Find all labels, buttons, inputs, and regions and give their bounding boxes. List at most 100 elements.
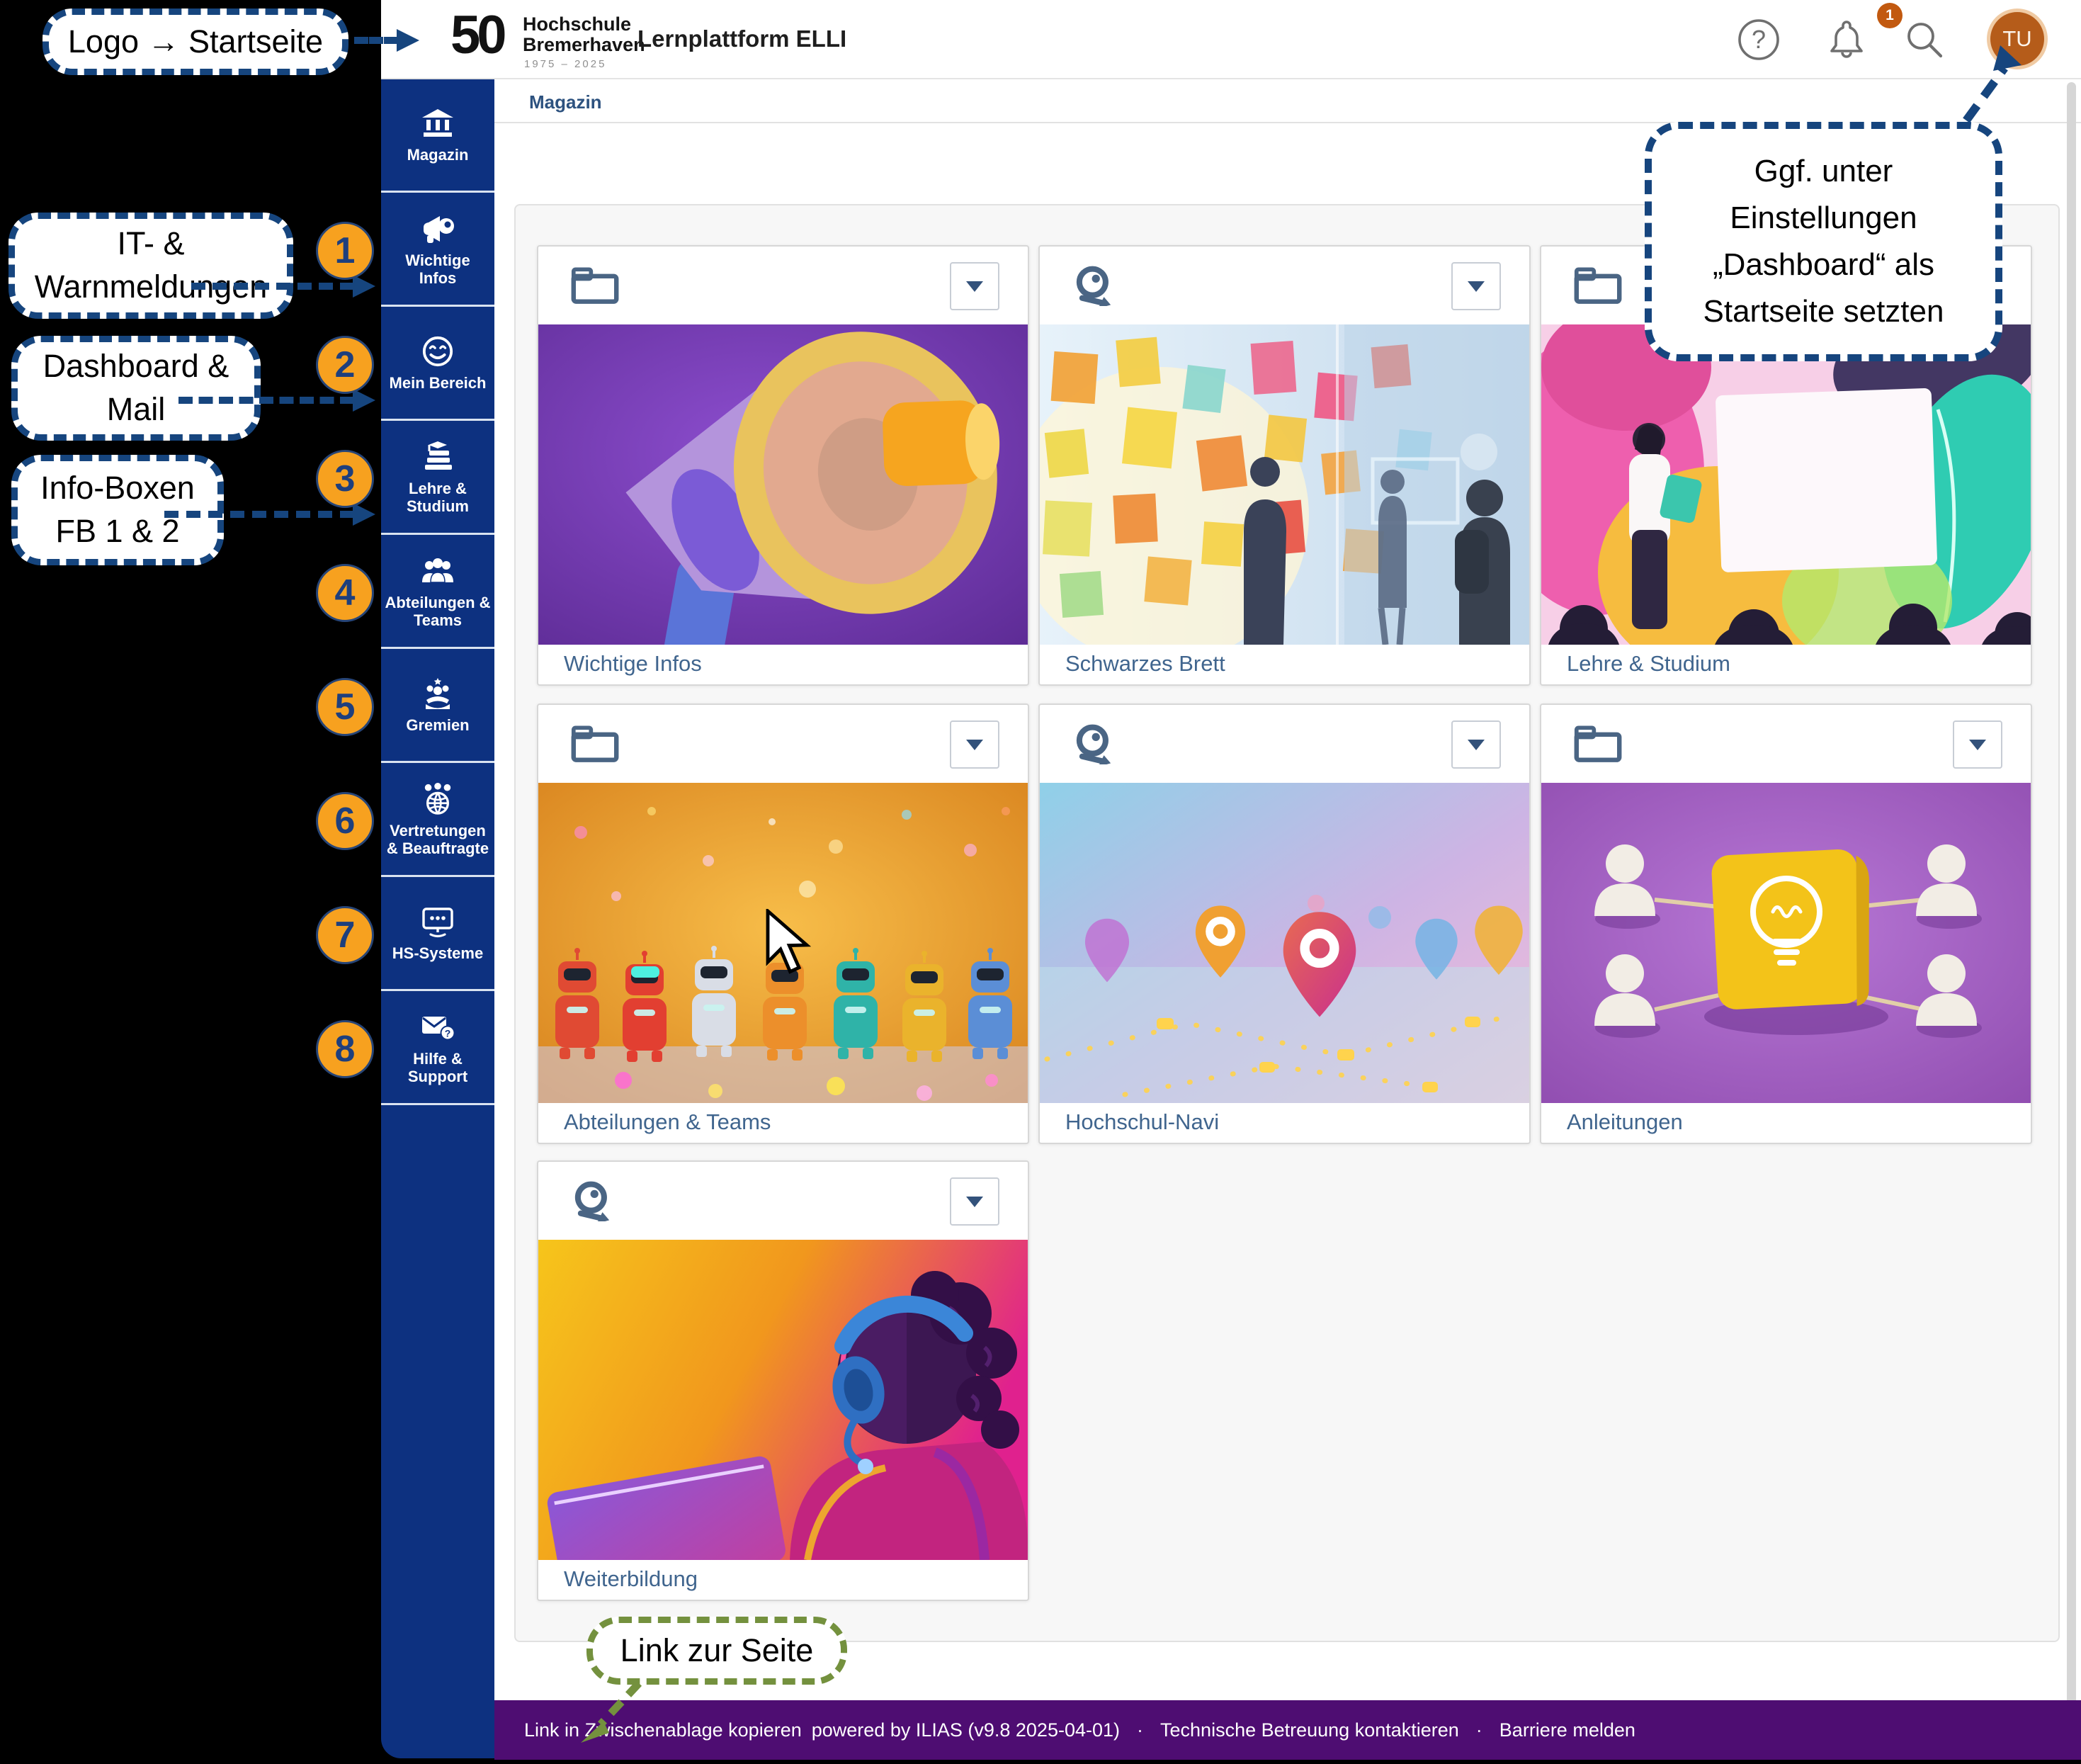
card-title[interactable]: Abteilungen & Teams: [538, 1102, 1028, 1143]
annotation-text-line2: Mail: [107, 388, 166, 431]
page-title: Lernplattform ELLI: [637, 0, 846, 78]
annotation-arrow-1: [191, 283, 354, 290]
sidebar-item-mein-bereich[interactable]: Mein Bereich: [381, 309, 494, 421]
card-image-hochschul-navi[interactable]: [1040, 783, 1529, 1103]
sidebar-item-label: Abteilungen & Teams: [381, 594, 494, 629]
card-image-weiterbildung[interactable]: [538, 1240, 1028, 1560]
card-actions-dropdown[interactable]: [950, 720, 999, 769]
annotation-text-line2: FB 1 & 2: [55, 510, 179, 553]
card-title[interactable]: Lehre & Studium: [1541, 643, 2031, 684]
university-logo-name[interactable]: Hochschule Bremerhaven: [523, 14, 645, 55]
weblink-icon: [571, 1180, 613, 1221]
annotation-text: Logo → Startseite: [68, 21, 323, 64]
globe-people-icon: [421, 783, 455, 815]
annotation-number-2: 2: [316, 336, 374, 394]
annotation-settings-note: Ggf. unter Einstellungen „Dashboard“ als…: [1645, 122, 2002, 361]
annotation-arrow-link: [572, 1680, 657, 1746]
sidebar-item-label: Hilfe & Support: [381, 1050, 494, 1085]
footer-support-link[interactable]: Technische Betreuung kontaktieren: [1160, 1719, 1459, 1741]
card-actions-dropdown[interactable]: [1451, 262, 1501, 310]
presentation-illustration: [1541, 324, 2031, 645]
logo-years: 1975 – 2025: [524, 58, 606, 70]
notifications-bell-icon[interactable]: [1823, 16, 1870, 63]
annotation-number-5: 5: [316, 678, 374, 736]
chevron-down-icon: [1468, 740, 1485, 750]
annotation-number-7: 7: [316, 906, 374, 964]
svg-text:?: ?: [1752, 25, 1766, 54]
sidebar-item-hilfe-support[interactable]: ? Hilfe & Support: [381, 993, 494, 1105]
books-icon: [421, 441, 455, 473]
card-anleitungen: Anleitungen: [1540, 703, 2032, 1144]
smiley-icon: [421, 335, 455, 368]
search-icon[interactable]: [1901, 16, 1948, 63]
annotation-text-line1: Info-Boxen: [40, 467, 195, 510]
footer-copy-link[interactable]: Link in Zwischenablage kopieren: [524, 1719, 802, 1741]
folder-icon: [571, 265, 619, 306]
sidebar-item-magazin[interactable]: Magazin: [381, 81, 494, 193]
annotation-dashboard-mail: Dashboard & Mail: [11, 336, 261, 441]
card-image-schwarzes-brett[interactable]: [1040, 324, 1529, 645]
sidebar-item-vertretungen[interactable]: Vertretungen & Beauftragte: [381, 765, 494, 877]
card-weiterbildung: Weiterbildung: [537, 1160, 1029, 1601]
footer-separator: ·: [1130, 1719, 1150, 1741]
card-title[interactable]: Schwarzes Brett: [1040, 643, 1529, 684]
headphones-learner-illustration: [538, 1240, 1028, 1560]
card-title[interactable]: Wichtige Infos: [538, 643, 1028, 684]
annotation-number-1: 1: [316, 222, 374, 280]
card-actions-dropdown[interactable]: [950, 1177, 999, 1226]
footer-report-link[interactable]: Barriere melden: [1499, 1719, 1635, 1741]
card-image-anleitungen[interactable]: [1541, 783, 2031, 1103]
card-image-lehre-studium[interactable]: [1541, 324, 2031, 645]
folder-icon: [1574, 265, 1622, 306]
card-abteilungen-teams: Abteilungen & Teams: [537, 703, 1029, 1144]
logo-name-line2: Bremerhaven: [523, 35, 645, 55]
annotation-text-line1: Dashboard &: [43, 345, 229, 388]
annotation-arrow-3: [164, 511, 354, 518]
monitor-password-icon: [421, 905, 455, 938]
sidebar-item-label: Vertretungen & Beauftragte: [381, 822, 494, 857]
card-image-abteilungen-teams[interactable]: [538, 783, 1028, 1103]
sidebar-item-gremien[interactable]: Gremien: [381, 651, 494, 763]
sidebar-item-wichtige-infos[interactable]: Wichtige Infos: [381, 195, 494, 307]
annotation-number-8: 8: [316, 1020, 374, 1078]
help-icon[interactable]: ?: [1735, 16, 1782, 63]
university-logo[interactable]: 50: [450, 4, 504, 66]
folder-icon: [571, 723, 619, 764]
sidebar-item-label: Wichtige Infos: [381, 251, 494, 287]
card-image-wichtige-infos[interactable]: [538, 324, 1028, 645]
sidebar-item-hs-systeme[interactable]: HS-Systeme: [381, 879, 494, 991]
card-title[interactable]: Weiterbildung: [538, 1559, 1028, 1600]
notification-count-badge: 1: [1877, 3, 1903, 28]
footer-separator: ·: [1469, 1719, 1490, 1741]
card-title[interactable]: Anleitungen: [1541, 1102, 2031, 1143]
chevron-down-icon: [1468, 281, 1485, 292]
sidebar-item-label: Mein Bereich: [386, 374, 490, 392]
mouse-cursor: [764, 909, 815, 977]
sidebar-item-lehre-studium[interactable]: Lehre & Studium: [381, 423, 494, 535]
weblink-icon: [1072, 723, 1115, 764]
annotation-text-line1: IT- &: [117, 222, 184, 266]
chevron-down-icon: [966, 1197, 983, 1207]
annotation-arrow-2: [178, 397, 354, 404]
logo-name-line1: Hochschule: [523, 14, 645, 35]
card-actions-dropdown[interactable]: [1953, 720, 2002, 769]
annotation-logo-note: Logo → Startseite: [42, 9, 348, 75]
card-actions-dropdown[interactable]: [1451, 720, 1501, 769]
sidebar: Magazin Wichtige Infos Mein Bereich Lehr…: [381, 79, 494, 1758]
chevron-down-icon: [966, 281, 983, 292]
card-title[interactable]: Hochschul-Navi: [1040, 1102, 1529, 1143]
people-group-icon: [421, 555, 455, 587]
sidebar-item-label: Lehre & Studium: [381, 480, 494, 515]
card-actions-dropdown[interactable]: [950, 262, 999, 310]
sidebar-item-abteilungen-teams[interactable]: Abteilungen & Teams: [381, 537, 494, 649]
card-schwarzes-brett: Schwarzes Brett: [1038, 245, 1531, 686]
vertical-scrollbar[interactable]: [2067, 82, 2076, 1758]
annotation-text: Ggf. unter Einstellungen „Dashboard“ als…: [1672, 148, 1975, 335]
chevron-down-icon: [966, 740, 983, 750]
chevron-down-icon: [1969, 740, 1986, 750]
page: 50 Hochschule Bremerhaven 1975 – 2025 Le…: [0, 0, 2081, 1764]
sticky-notes-illustration: [1040, 324, 1529, 645]
sidebar-item-label: Gremien: [402, 716, 472, 734]
breadcrumb[interactable]: Magazin: [529, 84, 602, 120]
mail-help-icon: ?: [421, 1011, 455, 1044]
